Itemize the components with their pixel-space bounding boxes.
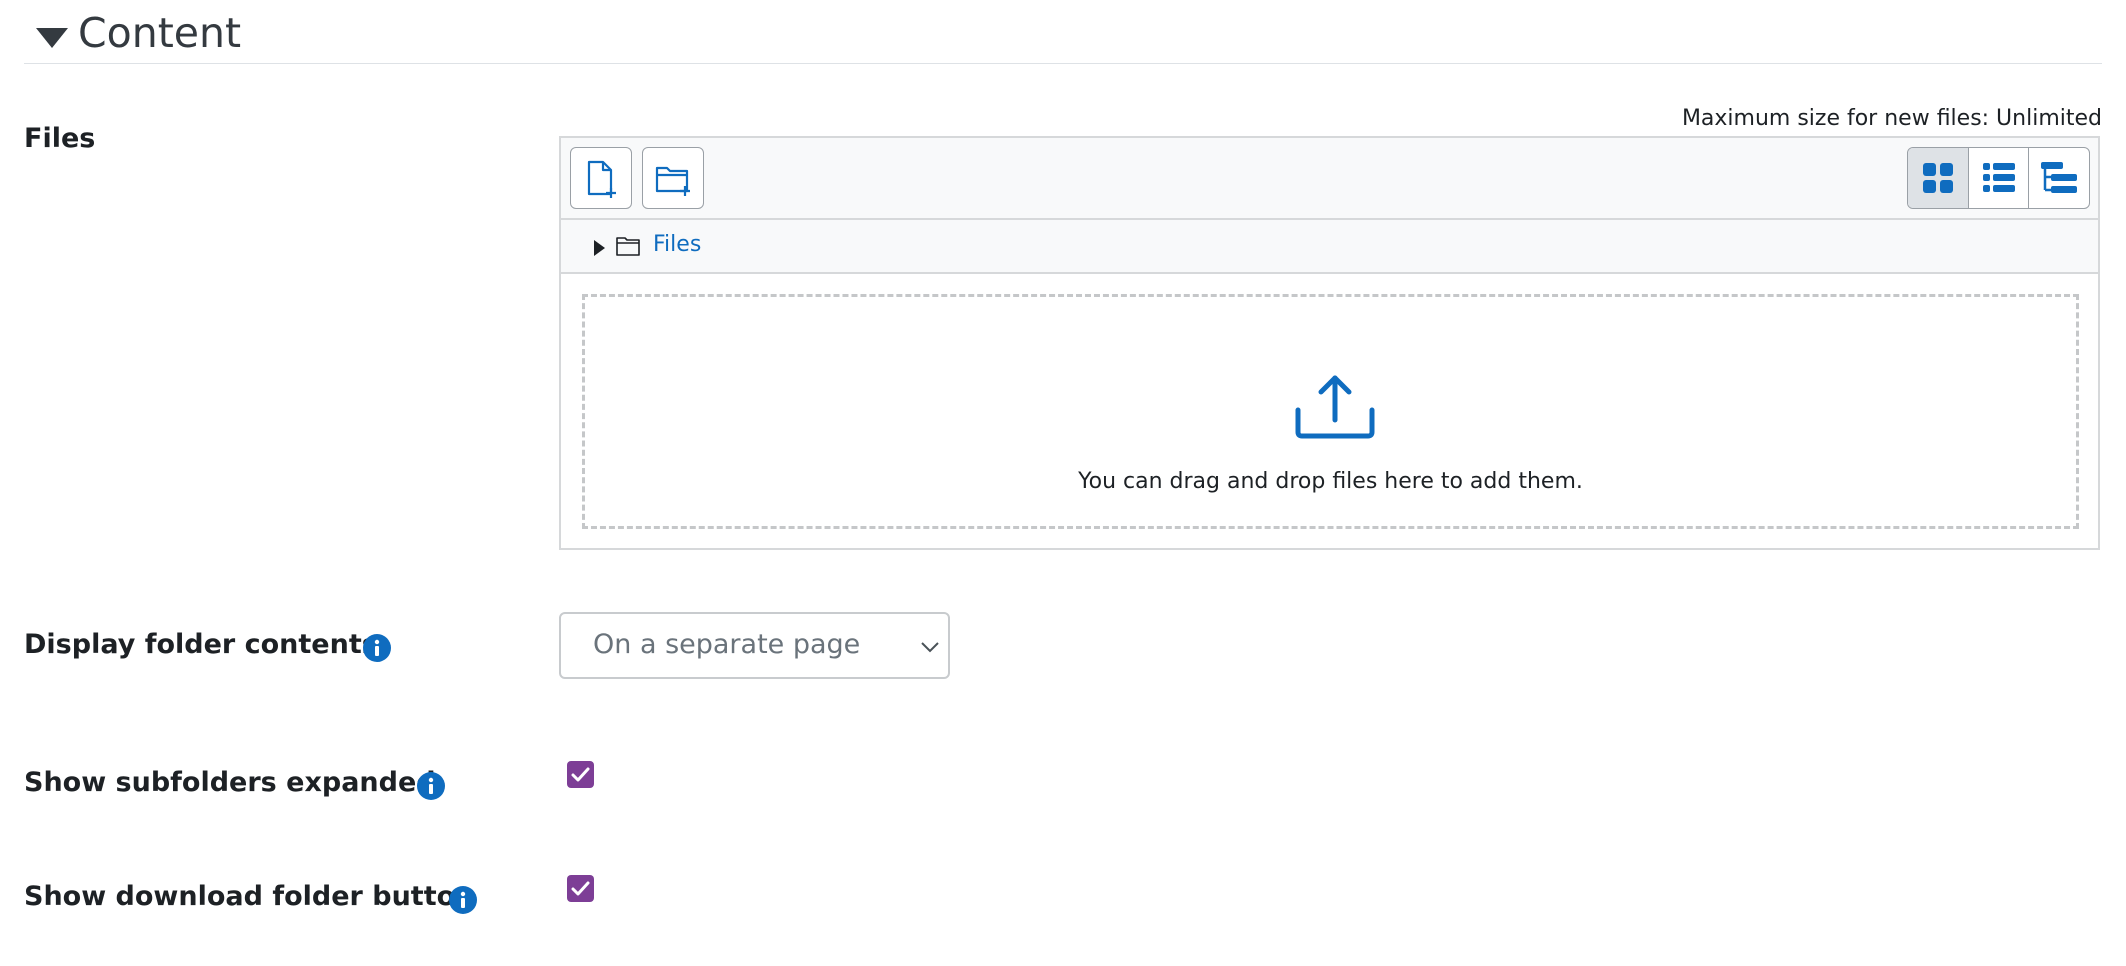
info-icon[interactable] [417, 772, 445, 800]
grid-view-button[interactable] [1908, 148, 1969, 208]
show-subfolders-expanded-label: Show subfolders expanded [24, 767, 436, 798]
file-manager-path-bar: Files [561, 220, 2098, 274]
chevron-down-icon [921, 642, 939, 653]
grid-view-icon [1922, 163, 1953, 193]
info-icon[interactable] [449, 886, 477, 914]
caret-down-icon[interactable] [36, 28, 68, 48]
drop-zone[interactable]: You can drag and drop files here to add … [582, 294, 2079, 529]
section-header-content[interactable]: Content [24, 0, 2102, 64]
show-download-folder-button-checkbox[interactable] [567, 875, 594, 902]
display-folder-contents-label: Display folder contents [24, 629, 378, 660]
folder-icon [616, 237, 640, 256]
check-icon [571, 767, 590, 782]
add-folder-icon [655, 166, 690, 196]
max-size-text: Maximum size for new files: Unlimited [1681, 106, 2102, 131]
files-path-link[interactable]: Files [653, 232, 701, 257]
add-folder-button[interactable] [642, 147, 704, 209]
list-view-icon [1982, 163, 2015, 192]
section-title: Content [78, 9, 242, 57]
display-folder-contents-value: On a separate page [593, 629, 861, 660]
tree-view-button[interactable] [2029, 148, 2089, 208]
add-file-button[interactable] [570, 147, 632, 209]
file-manager: Files You can drag and drop files here t… [559, 136, 2100, 550]
tree-view-icon [2041, 162, 2078, 193]
upload-icon [1295, 375, 1375, 439]
view-mode-group [1907, 147, 2090, 209]
add-file-icon [587, 160, 616, 198]
drop-message: You can drag and drop files here to add … [1078, 469, 1583, 494]
display-folder-contents-select[interactable]: On a separate page [559, 612, 950, 679]
show-subfolders-expanded-checkbox[interactable] [567, 761, 594, 788]
files-label: Files [24, 123, 96, 154]
show-download-folder-button-label: Show download folder button [24, 881, 475, 912]
info-icon[interactable] [363, 634, 391, 662]
check-icon [571, 881, 590, 896]
list-view-button[interactable] [1969, 148, 2030, 208]
expand-triangle-icon[interactable] [594, 240, 605, 256]
file-manager-toolbar [561, 138, 2098, 220]
